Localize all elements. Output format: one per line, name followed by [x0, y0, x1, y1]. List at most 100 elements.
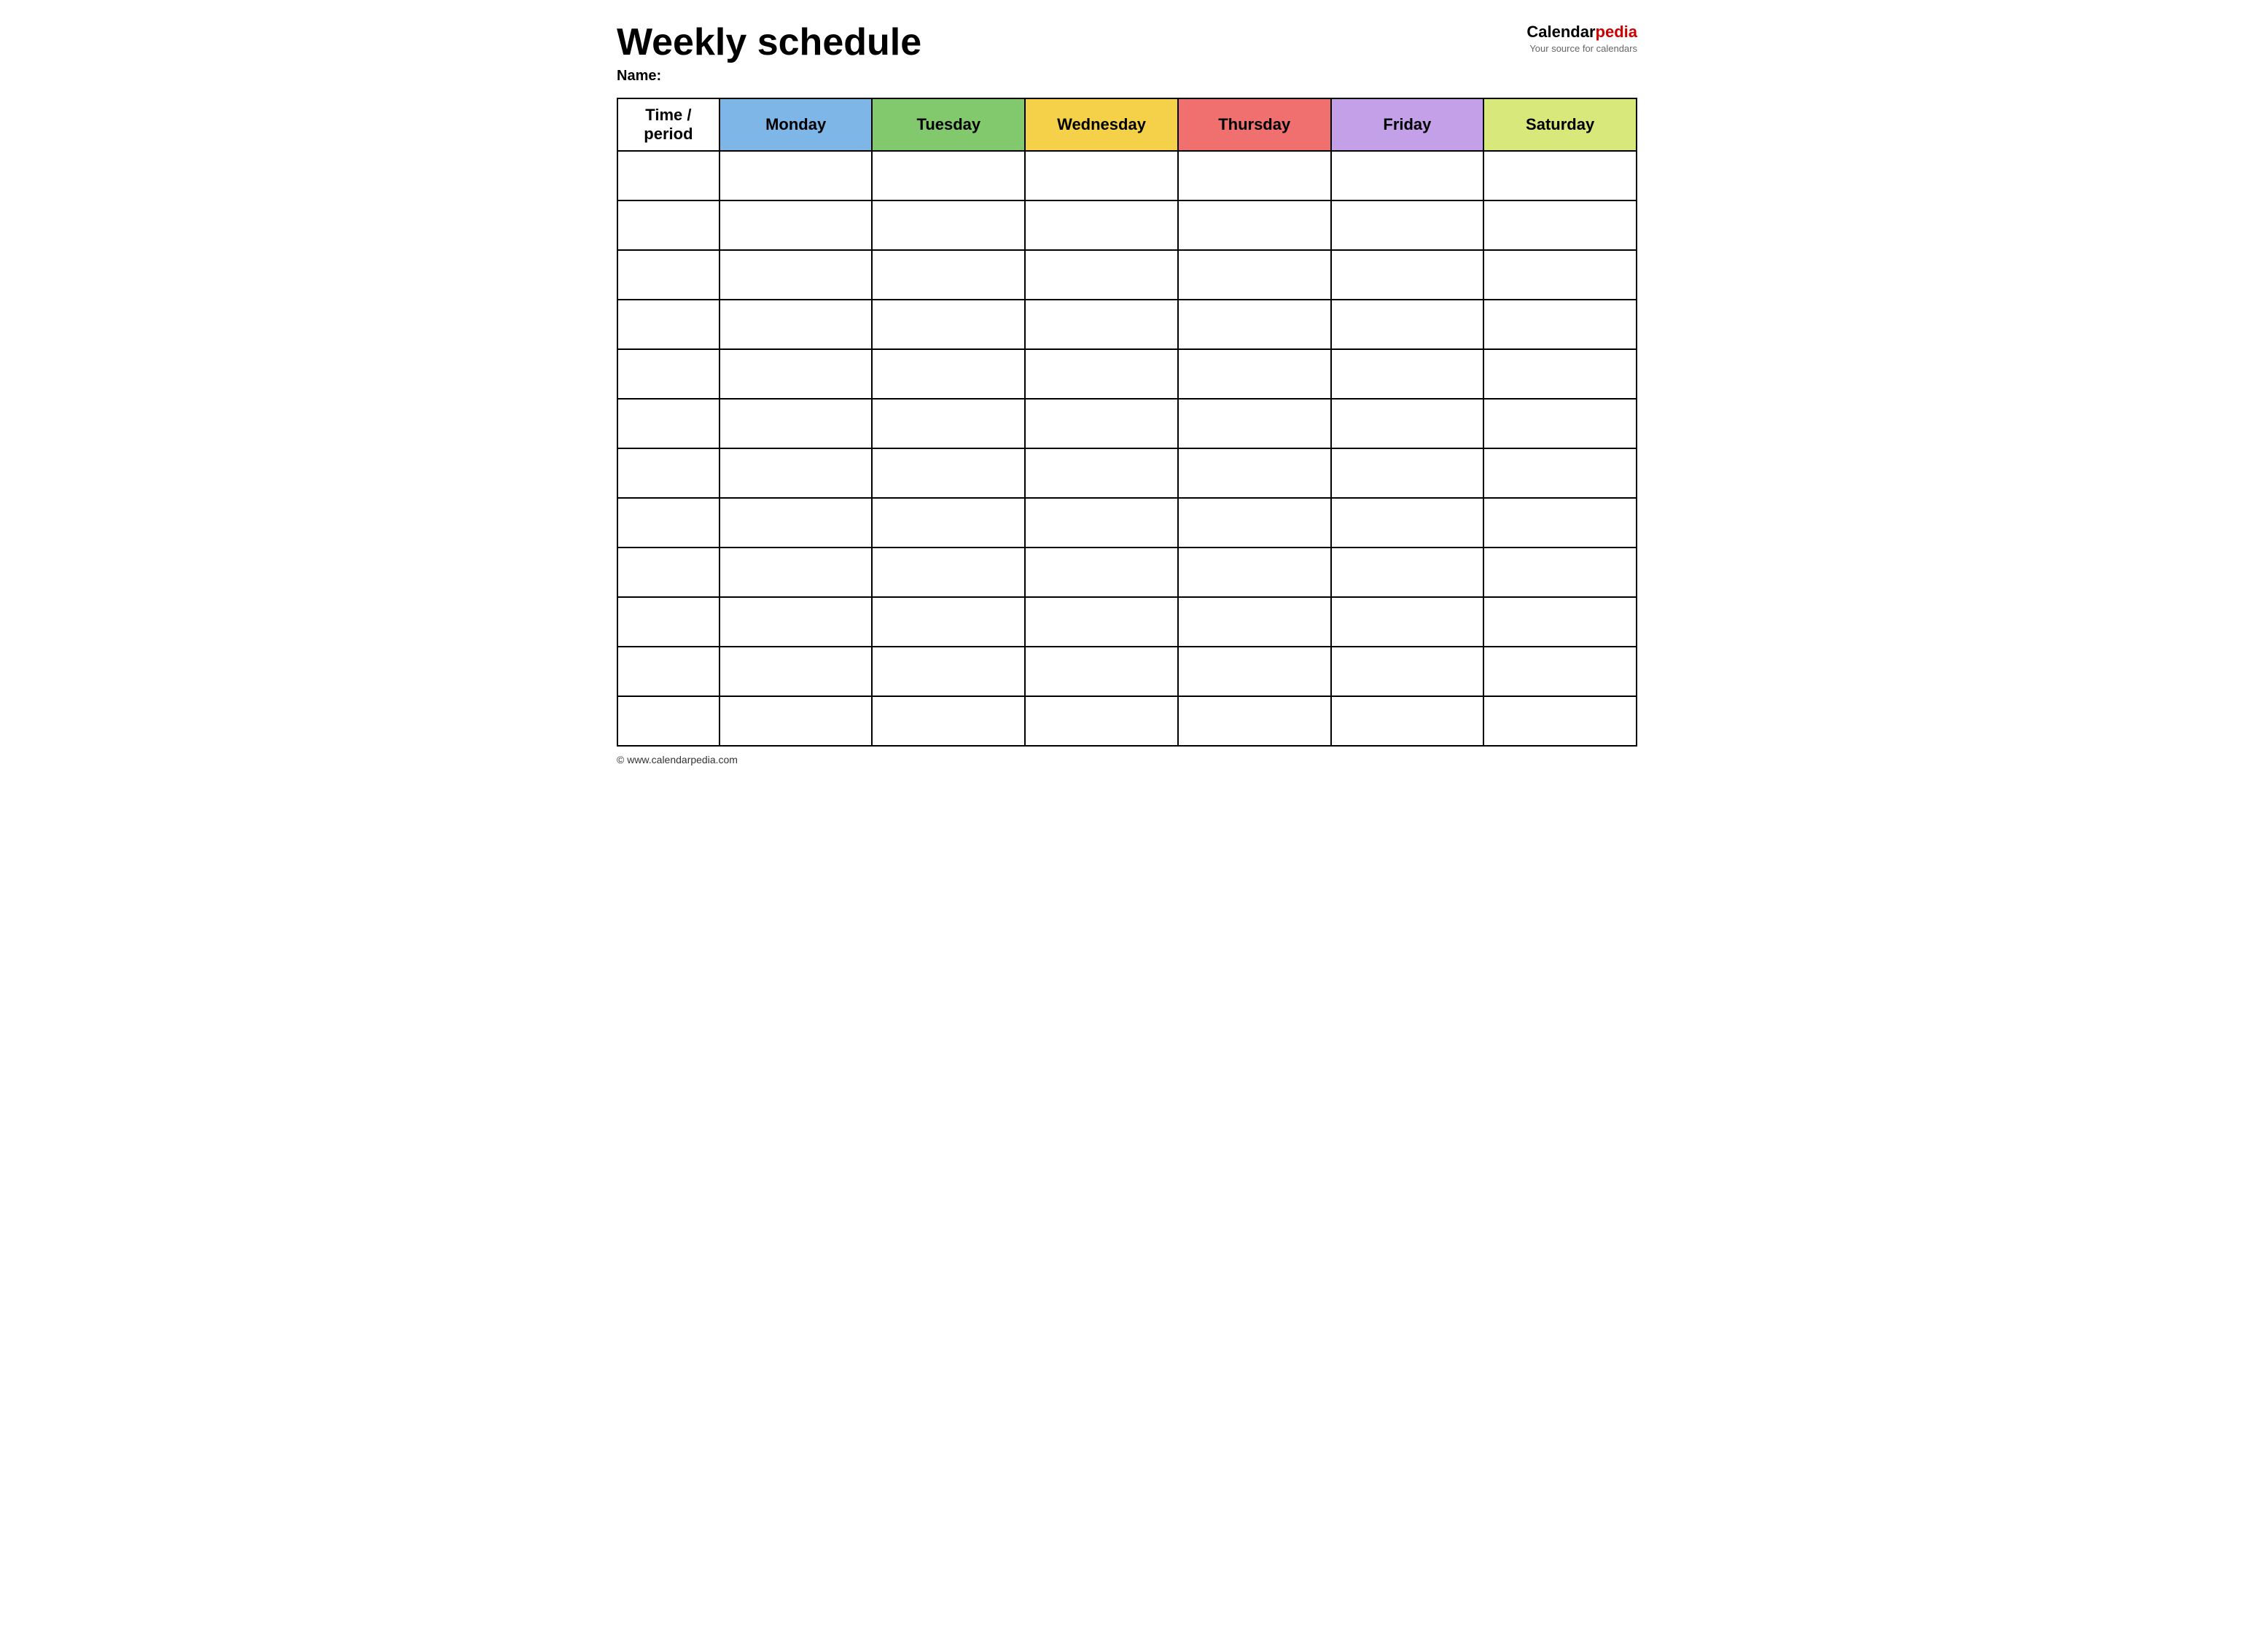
schedule-cell[interactable]	[1025, 597, 1178, 647]
schedule-cell[interactable]	[1025, 300, 1178, 349]
schedule-cell[interactable]	[872, 647, 1025, 696]
page-title: Weekly schedule	[617, 22, 921, 63]
schedule-cell[interactable]	[1025, 399, 1178, 448]
schedule-cell[interactable]	[1178, 200, 1331, 250]
schedule-cell[interactable]	[1483, 300, 1637, 349]
schedule-cell[interactable]	[872, 151, 1025, 200]
schedule-cell[interactable]	[1025, 151, 1178, 200]
schedule-cell[interactable]	[1178, 399, 1331, 448]
schedule-cell[interactable]	[872, 349, 1025, 399]
table-row	[617, 300, 1637, 349]
schedule-cell[interactable]	[1331, 151, 1484, 200]
table-row	[617, 647, 1637, 696]
schedule-cell[interactable]	[720, 597, 873, 647]
schedule-cell[interactable]	[720, 200, 873, 250]
schedule-cell[interactable]	[1025, 548, 1178, 597]
table-row	[617, 448, 1637, 498]
schedule-cell[interactable]	[720, 448, 873, 498]
time-cell[interactable]	[617, 300, 720, 349]
schedule-cell[interactable]	[1025, 498, 1178, 548]
schedule-cell[interactable]	[720, 696, 873, 746]
schedule-cell[interactable]	[872, 696, 1025, 746]
page-wrapper: Weekly schedule Calendarpedia Your sourc…	[617, 22, 1637, 765]
schedule-cell[interactable]	[1483, 399, 1637, 448]
schedule-cell[interactable]	[720, 647, 873, 696]
schedule-cell[interactable]	[1025, 200, 1178, 250]
schedule-cell[interactable]	[872, 399, 1025, 448]
schedule-cell[interactable]	[1178, 448, 1331, 498]
schedule-cell[interactable]	[1178, 548, 1331, 597]
time-cell[interactable]	[617, 498, 720, 548]
schedule-cell[interactable]	[872, 498, 1025, 548]
time-cell[interactable]	[617, 250, 720, 300]
schedule-cell[interactable]	[1331, 696, 1484, 746]
schedule-cell[interactable]	[1483, 548, 1637, 597]
time-cell[interactable]	[617, 647, 720, 696]
time-cell[interactable]	[617, 696, 720, 746]
schedule-cell[interactable]	[1483, 597, 1637, 647]
schedule-cell[interactable]	[720, 349, 873, 399]
schedule-cell[interactable]	[872, 250, 1025, 300]
footer: © www.calendarpedia.com	[617, 754, 1637, 765]
schedule-cell[interactable]	[1331, 548, 1484, 597]
schedule-cell[interactable]	[720, 300, 873, 349]
schedule-cell[interactable]	[1178, 250, 1331, 300]
schedule-cell[interactable]	[1178, 597, 1331, 647]
col-header-friday: Friday	[1331, 98, 1484, 151]
schedule-cell[interactable]	[1178, 498, 1331, 548]
logo-text: Calendarpedia	[1526, 22, 1637, 43]
schedule-cell[interactable]	[1483, 151, 1637, 200]
footer-url: © www.calendarpedia.com	[617, 754, 738, 765]
schedule-cell[interactable]	[1331, 349, 1484, 399]
schedule-cell[interactable]	[720, 250, 873, 300]
time-cell[interactable]	[617, 349, 720, 399]
schedule-cell[interactable]	[1025, 696, 1178, 746]
schedule-cell[interactable]	[1025, 647, 1178, 696]
schedule-cell[interactable]	[1178, 349, 1331, 399]
schedule-cell[interactable]	[1483, 448, 1637, 498]
schedule-cell[interactable]	[1178, 300, 1331, 349]
schedule-cell[interactable]	[1025, 250, 1178, 300]
schedule-cell[interactable]	[1483, 647, 1637, 696]
schedule-cell[interactable]	[1483, 498, 1637, 548]
logo-tagline: Your source for calendars	[1526, 43, 1637, 55]
schedule-cell[interactable]	[1331, 647, 1484, 696]
schedule-cell[interactable]	[1483, 200, 1637, 250]
schedule-cell[interactable]	[1178, 647, 1331, 696]
time-cell[interactable]	[617, 448, 720, 498]
table-row	[617, 597, 1637, 647]
table-row	[617, 696, 1637, 746]
time-cell[interactable]	[617, 548, 720, 597]
schedule-cell[interactable]	[1178, 696, 1331, 746]
schedule-cell[interactable]	[1483, 349, 1637, 399]
schedule-cell[interactable]	[720, 151, 873, 200]
schedule-cell[interactable]	[1025, 349, 1178, 399]
schedule-cell[interactable]	[1331, 399, 1484, 448]
schedule-cell[interactable]	[872, 548, 1025, 597]
time-cell[interactable]	[617, 597, 720, 647]
schedule-cell[interactable]	[1025, 448, 1178, 498]
schedule-cell[interactable]	[1483, 250, 1637, 300]
schedule-cell[interactable]	[872, 597, 1025, 647]
schedule-cell[interactable]	[1178, 151, 1331, 200]
schedule-cell[interactable]	[1483, 696, 1637, 746]
schedule-cell[interactable]	[1331, 597, 1484, 647]
schedule-cell[interactable]	[1331, 250, 1484, 300]
time-cell[interactable]	[617, 151, 720, 200]
schedule-cell[interactable]	[872, 300, 1025, 349]
schedule-cell[interactable]	[872, 448, 1025, 498]
time-cell[interactable]	[617, 200, 720, 250]
schedule-cell[interactable]	[1331, 200, 1484, 250]
table-row	[617, 250, 1637, 300]
schedule-cell[interactable]	[1331, 498, 1484, 548]
time-cell[interactable]	[617, 399, 720, 448]
schedule-cell[interactable]	[1331, 448, 1484, 498]
table-row	[617, 349, 1637, 399]
table-row	[617, 151, 1637, 200]
schedule-cell[interactable]	[1331, 300, 1484, 349]
schedule-cell[interactable]	[720, 399, 873, 448]
schedule-cell[interactable]	[720, 548, 873, 597]
schedule-cell[interactable]	[720, 498, 873, 548]
schedule-cell[interactable]	[872, 200, 1025, 250]
col-header-monday: Monday	[720, 98, 873, 151]
